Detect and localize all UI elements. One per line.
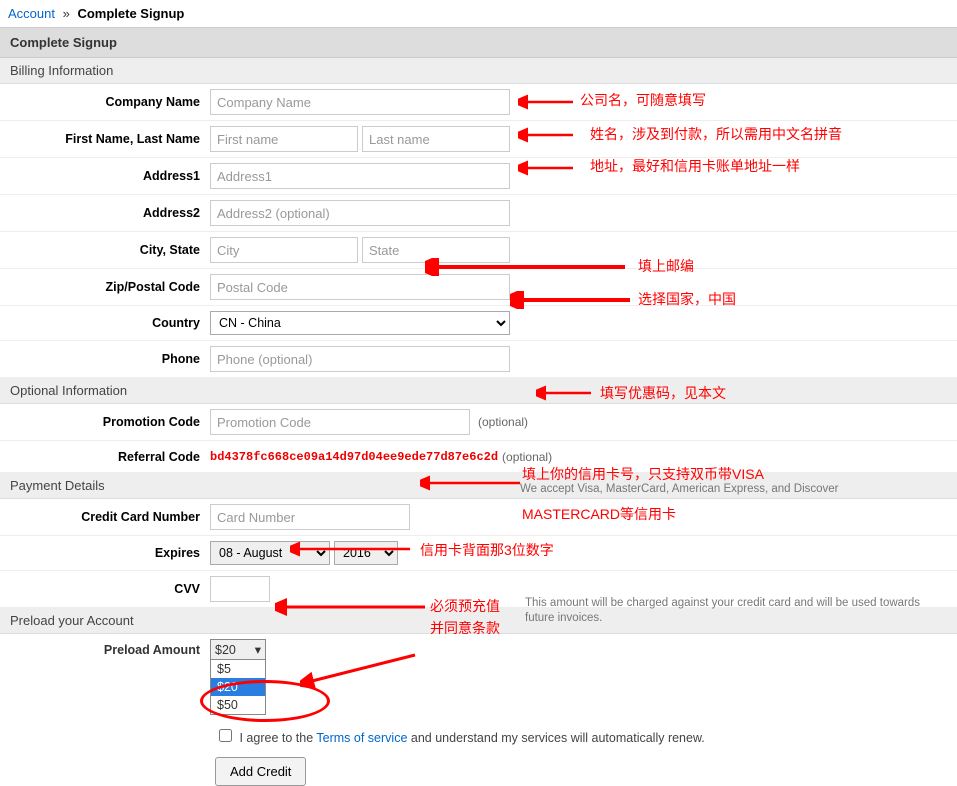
referral-code-value: bd4378fc668ce09a14d97d04ee9ede77d87e6c2d [210, 450, 498, 464]
cvv-input[interactable] [210, 576, 270, 602]
expire-month-select[interactable]: 08 - August [210, 541, 330, 565]
city-input[interactable] [210, 237, 358, 263]
label-phone: Phone [0, 352, 210, 366]
label-zip: Zip/Postal Code [0, 280, 210, 294]
breadcrumb-separator: » [63, 6, 70, 21]
agree-suffix: and understand my services will automati… [411, 731, 705, 745]
promo-input[interactable] [210, 409, 470, 435]
state-input[interactable] [362, 237, 510, 263]
address1-input[interactable] [210, 163, 510, 189]
agree-prefix: I agree to the [239, 731, 316, 745]
label-cc: Credit Card Number [0, 510, 210, 524]
label-address1: Address1 [0, 169, 210, 183]
breadcrumb: Account » Complete Signup [0, 0, 957, 27]
promo-optional-text: (optional) [478, 415, 528, 429]
zip-input[interactable] [210, 274, 510, 300]
breadcrumb-current: Complete Signup [77, 6, 184, 21]
preload-option-20[interactable]: $20 [211, 678, 265, 696]
chevron-down-icon: ▾ [255, 642, 261, 657]
preload-option-50[interactable]: $50 [211, 696, 265, 714]
cc-hint: We accept Visa, MasterCard, American Exp… [520, 482, 839, 497]
label-company: Company Name [0, 95, 210, 109]
label-city-state: City, State [0, 243, 210, 257]
label-expires: Expires [0, 546, 210, 560]
first-name-input[interactable] [210, 126, 358, 152]
preload-option-5[interactable]: $5 [211, 660, 265, 678]
label-address2: Address2 [0, 206, 210, 220]
label-promo: Promotion Code [0, 415, 210, 429]
label-cvv: CVV [0, 582, 210, 596]
terms-link[interactable]: Terms of service [316, 731, 407, 745]
last-name-input[interactable] [362, 126, 510, 152]
company-input[interactable] [210, 89, 510, 115]
label-country: Country [0, 316, 210, 330]
breadcrumb-account-link[interactable]: Account [8, 6, 55, 21]
label-preload: Preload Amount [0, 639, 210, 657]
section-billing: Billing Information [0, 58, 957, 84]
label-name: First Name, Last Name [0, 132, 210, 146]
country-select[interactable]: CN - China [210, 311, 510, 335]
agree-checkbox[interactable] [219, 729, 232, 742]
label-referral: Referral Code [0, 450, 210, 464]
preload-hint: This amount will be charged against your… [525, 596, 945, 626]
expire-year-select[interactable]: 2016 [334, 541, 398, 565]
add-credit-button[interactable]: Add Credit [215, 757, 306, 786]
referral-optional-text: (optional) [502, 450, 552, 464]
preload-selected: $20 [215, 643, 236, 657]
cc-input[interactable] [210, 504, 410, 530]
address2-input[interactable] [210, 200, 510, 226]
section-optional: Optional Information [0, 378, 957, 404]
preload-amount-select[interactable]: $20 ▾ $5 $20 $50 [210, 639, 266, 715]
phone-input[interactable] [210, 346, 510, 372]
panel-title: Complete Signup [0, 27, 957, 58]
